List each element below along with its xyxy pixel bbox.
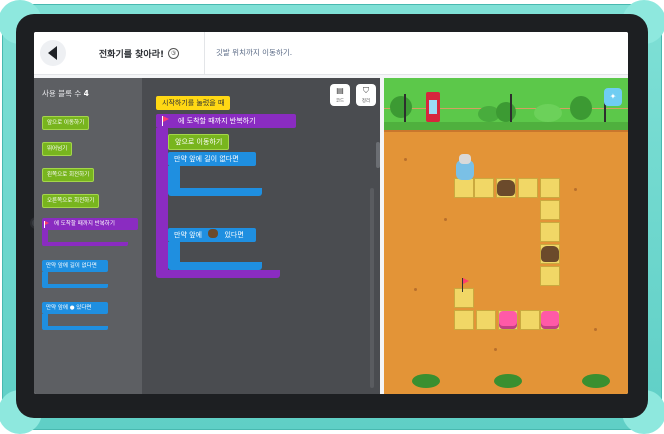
palette-block-move-forward[interactable]: 앞으로 이동하기 [42, 116, 90, 130]
wand-icon[interactable]: ✦ [604, 88, 622, 106]
repeat-foot [42, 242, 128, 246]
game-stage: ✦ [384, 78, 628, 394]
if-foot [42, 326, 108, 330]
circled-question-icon[interactable]: ③ [168, 47, 180, 59]
cleanup-label: 정리 [361, 99, 371, 104]
rock-obstacle [497, 180, 515, 196]
phone-booth-window [429, 100, 437, 114]
path-tile [540, 178, 560, 198]
code-workspace[interactable]: ▤ 코드 ⛉ 정리 시작하기를 눌렀을 때 에 도착할 때까지 반복하기 앞으로… [142, 78, 380, 394]
path-tile [518, 178, 538, 198]
path-tile [520, 310, 540, 330]
path-tile [540, 266, 560, 286]
ground-dot [414, 288, 417, 291]
if-foot [42, 284, 108, 288]
bush [570, 96, 592, 120]
grass-edge [384, 122, 628, 132]
if-ahead-foot [168, 262, 262, 270]
move-forward-block[interactable]: 앞으로 이동하기 [168, 134, 230, 150]
mission-goal-text: 깃발 위치까지 이동하기. [216, 48, 293, 57]
panel-resize-handle[interactable] [376, 142, 380, 168]
goat-character [456, 154, 474, 180]
back-arrow-icon [47, 46, 57, 60]
repeat-until-block[interactable]: 에 도착할 때까지 반복하기 [156, 114, 296, 128]
palette-block-turn-right[interactable]: 오른쪽으로 회전하기 [42, 194, 100, 208]
if-ahead-label-a: 만약 앞에 [174, 231, 202, 239]
path-tile [540, 222, 560, 242]
repeat-block-foot [156, 270, 280, 278]
rock-obstacle [541, 246, 559, 262]
block-count: 사용 블록 수 4 [42, 88, 89, 99]
ground-dot [574, 188, 577, 191]
if-no-path-label: 만약 앞에 길이 없다면 [42, 260, 108, 272]
goal-flag-icon [463, 278, 469, 284]
palette-block-repeat-until[interactable]: 에 도착할 때까지 반복하기 [42, 218, 138, 248]
if-no-path-block[interactable]: 만약 앞에 길이 없다면 [168, 152, 256, 166]
palette-block-jump[interactable]: 뛰어넘기 [42, 142, 73, 156]
start-block[interactable]: 시작하기를 눌렀을 때 [156, 96, 231, 110]
ground-dot [404, 158, 407, 161]
path-tile [474, 178, 494, 198]
bottom-bush [582, 374, 610, 388]
path-tile [540, 200, 560, 220]
repeat-block-arm [156, 128, 168, 274]
title-box: 전화기를 찾아라! ③ [74, 32, 205, 74]
flag-icon [163, 116, 169, 122]
app-screen: 전화기를 찾아라! ③ 깃발 위치까지 이동하기. 사용 블록 수 4 앞으로 … [34, 32, 628, 394]
code-view-label: 코드 [335, 99, 345, 104]
pink-jump-pad [499, 311, 517, 329]
flag-icon [45, 221, 49, 225]
page-title: 전화기를 찾아라! [98, 49, 165, 60]
path-tile [476, 310, 496, 330]
street-lamp [510, 94, 512, 122]
block-palette: 사용 블록 수 4 앞으로 이동하기 뛰어넘기 왼쪽으로 회전하기 오른쪽으로 … [34, 78, 142, 394]
phone-booth [426, 92, 440, 122]
bush [534, 104, 562, 122]
block-count-value: 4 [83, 89, 89, 98]
palette-block-if-ahead[interactable]: 만약 앞에 ● 있다면 [42, 302, 112, 332]
if-no-path-foot [168, 188, 262, 196]
code-view-button[interactable]: ▤ 코드 [330, 84, 350, 106]
bush [496, 102, 516, 122]
palette-block-turn-left[interactable]: 왼쪽으로 회전하기 [42, 168, 95, 182]
tree [390, 96, 412, 118]
goat-face [459, 154, 471, 164]
bottom-bush [412, 374, 440, 388]
ground-dot [494, 348, 497, 351]
if-ahead-block[interactable]: 만약 앞에 있다면 [168, 228, 256, 242]
cleanup-button[interactable]: ⛉ 정리 [356, 84, 376, 106]
path-tile [454, 310, 474, 330]
workspace-scrollbar[interactable] [370, 188, 374, 388]
header-bar: 전화기를 찾아라! ③ 깃발 위치까지 이동하기. [34, 32, 628, 75]
document-icon: ▤ [336, 86, 344, 95]
palette-block-if-no-path[interactable]: 만약 앞에 길이 없다면 [42, 260, 112, 290]
block-count-label: 사용 블록 수 [42, 89, 82, 98]
repeat-until-label: 에 도착할 때까지 반복하기 [42, 218, 138, 230]
back-button[interactable] [40, 40, 66, 66]
pink-jump-pad [541, 311, 559, 329]
ground-dot [594, 328, 597, 331]
if-ahead-label-b: 있다면 [224, 231, 244, 239]
repeat-until-label: 에 도착할 때까지 반복하기 [178, 117, 256, 125]
ground-dot [444, 218, 447, 221]
rock-icon [208, 229, 219, 238]
broom-icon: ⛉ [363, 86, 369, 95]
path-tile [454, 288, 474, 308]
bottom-bush [494, 374, 522, 388]
if-ahead-label: 만약 앞에 ● 있다면 [42, 302, 108, 314]
street-lamp [404, 94, 406, 122]
path-tile [454, 178, 474, 198]
